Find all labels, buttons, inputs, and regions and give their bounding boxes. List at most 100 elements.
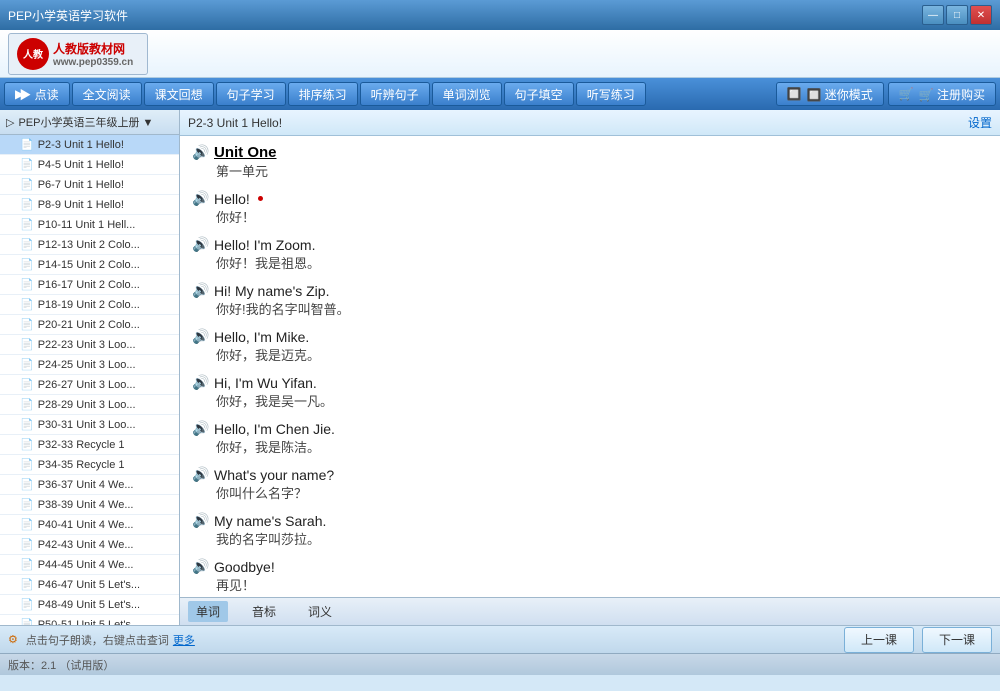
- sidebar-item-0[interactable]: 📄 P2-3 Unit 1 Hello!: [0, 135, 179, 155]
- speaker-btn-0[interactable]: 🔊: [192, 144, 208, 161]
- logo-bar: 人教 人教版教材网 www.pep0359.cn: [0, 30, 1000, 78]
- speaker-btn-3[interactable]: 🔊: [192, 282, 208, 299]
- sidebar-item-7[interactable]: 📄 P16-17 Unit 2 Colo...: [0, 275, 179, 295]
- tab-vocab[interactable]: 单词: [188, 601, 228, 622]
- doc-icon-23: 📄: [20, 598, 34, 611]
- english-line-2[interactable]: 🔊 Hello! I'm Zoom.: [192, 236, 988, 253]
- sidebar-item-10[interactable]: 📄 P22-23 Unit 3 Loo...: [0, 335, 179, 355]
- sidebar-item-1[interactable]: 📄 P4-5 Unit 1 Hello!: [0, 155, 179, 175]
- speaker-btn-5[interactable]: 🔊: [192, 374, 208, 391]
- sidebar-item-22[interactable]: 📄 P46-47 Unit 5 Let's...: [0, 575, 179, 595]
- doc-icon-12: 📄: [20, 378, 34, 391]
- speaker-btn-2[interactable]: 🔊: [192, 236, 208, 253]
- eng-text-1: Hello!: [214, 191, 250, 207]
- sidebar-item-4[interactable]: 📄 P10-11 Unit 1 Hell...: [0, 215, 179, 235]
- nav-buy-label: 🛒 注册购买: [919, 86, 985, 103]
- eng-text-0: Unit One: [214, 144, 277, 161]
- nav-review[interactable]: 课文回想: [144, 82, 214, 106]
- close-button[interactable]: ✕: [970, 5, 992, 25]
- sidebar-item-2[interactable]: 📄 P6-7 Unit 1 Hello!: [0, 175, 179, 195]
- sidebar-item-label-9: P20-21 Unit 2 Colo...: [38, 319, 140, 331]
- speaker-btn-6[interactable]: 🔊: [192, 420, 208, 437]
- nav-vocab[interactable]: 单词浏览: [432, 82, 502, 106]
- nav-order[interactable]: 排序练习: [288, 82, 358, 106]
- more-link[interactable]: 更多: [173, 632, 195, 648]
- sidebar-item-5[interactable]: 📄 P12-13 Unit 2 Colo...: [0, 235, 179, 255]
- sidebar-item-13[interactable]: 📄 P28-29 Unit 3 Loo...: [0, 395, 179, 415]
- nav-sentence[interactable]: 句子学习: [216, 82, 286, 106]
- eng-text-6: Hello, I'm Chen Jie.: [214, 421, 335, 437]
- sidebar-item-label-5: P12-13 Unit 2 Colo...: [38, 239, 140, 251]
- english-line-8[interactable]: 🔊 My name's Sarah.: [192, 512, 988, 529]
- sidebar-item-16[interactable]: 📄 P34-35 Recycle 1: [0, 455, 179, 475]
- next-lesson-button[interactable]: 下一课: [922, 627, 992, 653]
- doc-icon-19: 📄: [20, 518, 34, 531]
- sidebar-item-21[interactable]: 📄 P44-45 Unit 4 We...: [0, 555, 179, 575]
- sidebar-item-3[interactable]: 📄 P8-9 Unit 1 Hello!: [0, 195, 179, 215]
- settings-link[interactable]: 设置: [968, 114, 992, 131]
- eng-text-7: What's your name?: [214, 467, 334, 483]
- status-bar: ⚙ 点击句子朗读，右键点击查词 更多 上一课 下一课: [0, 625, 1000, 653]
- speaker-btn-8[interactable]: 🔊: [192, 512, 208, 529]
- speaker-btn-4[interactable]: 🔊: [192, 328, 208, 345]
- nav-listen-sentence[interactable]: 听辨句子: [360, 82, 430, 106]
- sidebar-item-label-17: P36-37 Unit 4 We...: [38, 479, 134, 491]
- english-line-3[interactable]: 🔊 Hi! My name's Zip.: [192, 282, 988, 299]
- sidebar-item-label-6: P14-15 Unit 2 Colo...: [38, 259, 140, 271]
- nav-vocab-label: 单词浏览: [443, 86, 491, 103]
- prev-lesson-button[interactable]: 上一课: [844, 627, 914, 653]
- eng-text-3: Hi! My name's Zip.: [214, 283, 329, 299]
- nav-bar: ▶ ▶ 点读 全文阅读 课文回想 句子学习 排序练习 听辨句子 单词浏览 句子填…: [0, 78, 1000, 110]
- english-line-1[interactable]: 🔊 Hello!: [192, 190, 988, 207]
- speaker-btn-7[interactable]: 🔊: [192, 466, 208, 483]
- speaker-btn-9[interactable]: 🔊: [192, 558, 208, 575]
- tab-phonetic[interactable]: 音标: [244, 601, 284, 622]
- chinese-line-5: 你好，我是吴一凡。: [192, 391, 988, 410]
- sidebar-title: PEP小学英语三年级上册 ▼: [18, 114, 153, 130]
- sidebar-header[interactable]: ▷ PEP小学英语三年级上册 ▼: [0, 110, 179, 135]
- tab-meaning[interactable]: 词义: [300, 601, 340, 622]
- maximize-button[interactable]: □: [946, 5, 968, 25]
- speaker-btn-1[interactable]: 🔊: [192, 190, 208, 207]
- english-line-0[interactable]: 🔊 Unit One: [192, 144, 988, 161]
- nav-dictation[interactable]: 听写练习: [576, 82, 646, 106]
- doc-icon-17: 📄: [20, 478, 34, 491]
- sidebar-item-label-11: P24-25 Unit 3 Loo...: [38, 359, 136, 371]
- nav-fill[interactable]: 句子填空: [504, 82, 574, 106]
- sidebar-item-20[interactable]: 📄 P42-43 Unit 4 We...: [0, 535, 179, 555]
- chinese-line-1: 你好！: [192, 207, 988, 226]
- logo-icon: 人教: [17, 38, 49, 70]
- bottom-tabs: 单词 音标 词义: [180, 597, 1000, 625]
- sidebar-item-19[interactable]: 📄 P40-41 Unit 4 We...: [0, 515, 179, 535]
- minimize-button[interactable]: —: [922, 5, 944, 25]
- nav-sentence-label: 句子学习: [227, 86, 275, 103]
- english-line-4[interactable]: 🔊 Hello, I'm Mike.: [192, 328, 988, 345]
- nav-mini[interactable]: 🔲 🔲 迷你模式: [776, 82, 884, 106]
- nav-fulltext[interactable]: 全文阅读: [72, 82, 142, 106]
- english-line-7[interactable]: 🔊 What's your name?: [192, 466, 988, 483]
- sidebar-item-label-7: P16-17 Unit 2 Colo...: [38, 279, 140, 291]
- sidebar-item-9[interactable]: 📄 P20-21 Unit 2 Colo...: [0, 315, 179, 335]
- sidebar-item-23[interactable]: 📄 P48-49 Unit 5 Let's...: [0, 595, 179, 615]
- sidebar-item-14[interactable]: 📄 P30-31 Unit 3 Loo...: [0, 415, 179, 435]
- chinese-line-6: 你好，我是陈洁。: [192, 437, 988, 456]
- english-line-9[interactable]: 🔊 Goodbye!: [192, 558, 988, 575]
- mini-icon: 🔲: [787, 87, 802, 101]
- nav-listen[interactable]: ▶ ▶ 点读: [4, 82, 70, 106]
- nav-fulltext-label: 全文阅读: [83, 86, 131, 103]
- status-hint: 点击句子朗读，右键点击查词 更多: [26, 632, 195, 648]
- english-line-6[interactable]: 🔊 Hello, I'm Chen Jie.: [192, 420, 988, 437]
- action-buttons: 上一课 下一课: [844, 627, 992, 653]
- sidebar-item-24[interactable]: 📄 P50-51 Unit 5 Let's...: [0, 615, 179, 625]
- doc-icon-0: 📄: [20, 138, 34, 151]
- sidebar-item-17[interactable]: 📄 P36-37 Unit 4 We...: [0, 475, 179, 495]
- sidebar-item-11[interactable]: 📄 P24-25 Unit 3 Loo...: [0, 355, 179, 375]
- sidebar-item-12[interactable]: 📄 P26-27 Unit 3 Loo...: [0, 375, 179, 395]
- sidebar-item-15[interactable]: 📄 P32-33 Recycle 1: [0, 435, 179, 455]
- chinese-line-8: 我的名字叫莎拉。: [192, 529, 988, 548]
- english-line-5[interactable]: 🔊 Hi, I'm Wu Yifan.: [192, 374, 988, 391]
- nav-buy[interactable]: 🛒 🛒 注册购买: [888, 82, 996, 106]
- sidebar-item-8[interactable]: 📄 P18-19 Unit 2 Colo...: [0, 295, 179, 315]
- sidebar-item-18[interactable]: 📄 P38-39 Unit 4 We...: [0, 495, 179, 515]
- sidebar-item-6[interactable]: 📄 P14-15 Unit 2 Colo...: [0, 255, 179, 275]
